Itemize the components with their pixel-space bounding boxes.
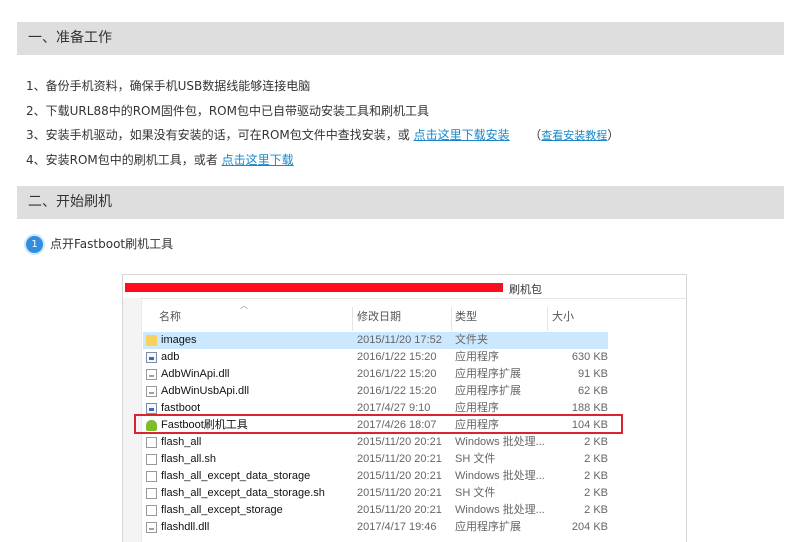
dll-icon: [146, 386, 157, 397]
file-size: 91 KB: [578, 368, 608, 380]
file-name: flash_all.sh: [161, 453, 217, 465]
folder-icon: [146, 335, 157, 346]
file-size: 2 KB: [584, 504, 608, 516]
file-row[interactable]: flash_all.sh 2015/11/20 20:21 SH 文件 2 KB: [143, 451, 608, 468]
section-title: 二、开始刷机: [28, 194, 112, 210]
file-type: SH 文件: [455, 453, 496, 465]
section-title: 一、准备工作: [28, 30, 112, 46]
view-tutorial-link[interactable]: 查看安装教程: [541, 129, 607, 142]
path-folder: 刷机包: [509, 284, 542, 296]
redacted-path: [125, 283, 503, 292]
file-date: 2015/11/20 20:21: [357, 436, 442, 448]
paren-close: ）: [607, 128, 620, 142]
exe-icon: [146, 403, 157, 414]
dll-icon: [146, 522, 157, 533]
file-name: AdbWinUsbApi.dll: [161, 385, 250, 397]
file-name: flashdll.dll: [161, 521, 210, 533]
file-row[interactable]: flash_all_except_storage 2015/11/20 20:21…: [143, 502, 608, 519]
section-header-flash: 二、开始刷机: [17, 186, 784, 219]
highlight-box: [134, 414, 623, 434]
file-type: 应用程序: [455, 351, 499, 363]
file-icon: [146, 454, 157, 465]
file-row[interactable]: flash_all 2015/11/20 20:21 Windows 批处理... 2…: [143, 434, 608, 451]
file-size: 2 KB: [584, 436, 608, 448]
file-row[interactable]: flashdll.dll 2017/4/17 19:46 应用程序扩展 204 KB: [143, 519, 608, 536]
column-divider: [547, 307, 548, 331]
file-row[interactable]: AdbWinApi.dll 2016/1/22 15:20 应用程序扩展 91 KB: [143, 366, 608, 383]
file-date: 2015/11/20 20:21: [357, 470, 442, 482]
dll-icon: [146, 369, 157, 380]
file-date: 2015/11/20 20:21: [357, 453, 442, 465]
file-type: 文件夹: [455, 334, 488, 346]
file-type: Windows 批处理...: [455, 504, 545, 516]
file-date: 2016/1/22 15:20: [357, 351, 437, 363]
file-size: 2 KB: [584, 453, 608, 465]
file-icon: [146, 437, 157, 448]
file-explorer-screenshot: › 刷机包 ︿ 名称 修改日期 类型 大小 images 2015/11/20 1…: [122, 274, 687, 542]
address-bar: › 刷机包: [123, 275, 686, 299]
file-date: 2015/11/20 17:52: [357, 334, 442, 346]
file-icon: [146, 471, 157, 482]
file-name: flash_all: [161, 436, 202, 448]
download-driver-link[interactable]: 点击这里下载安装: [414, 128, 510, 142]
step-number-badge: 1: [26, 236, 43, 253]
file-name: flash_all_except_data_storage.sh: [161, 487, 325, 499]
step-2: 2、下载URL88中的ROM固件包，ROM包中已自带驱动安装工具和刷机工具: [26, 104, 429, 118]
file-row[interactable]: images 2015/11/20 17:52 文件夹: [143, 332, 608, 349]
step-4: 4、安装ROM包中的刷机工具，或者 点击这里下载: [26, 151, 294, 168]
file-type: Windows 批处理...: [455, 470, 545, 482]
step-3-text: 3、安装手机驱动，如果没有安装的话，可在ROM包文件中查找安装，或: [26, 128, 410, 142]
file-date: 2016/1/22 15:20: [357, 385, 437, 397]
file-name: AdbWinApi.dll: [161, 368, 230, 380]
file-icon: [146, 488, 157, 499]
paren-open: （: [529, 128, 542, 142]
file-name: flash_all_except_data_storage: [161, 470, 311, 482]
file-size: 2 KB: [584, 487, 608, 499]
section-header-prepare: 一、准备工作: [17, 22, 784, 55]
file-size: 62 KB: [578, 385, 608, 397]
substep-text: 点开Fastboot刷机工具: [50, 237, 174, 251]
file-row[interactable]: flash_all_except_data_storage 2015/11/20 …: [143, 468, 608, 485]
file-row[interactable]: flash_all_except_data_storage.sh 2015/11/…: [143, 485, 608, 502]
step-4-text: 4、安装ROM包中的刷机工具，或者: [26, 153, 218, 167]
file-size: 630 KB: [571, 351, 608, 363]
exe-icon: [146, 352, 157, 363]
file-name: adb: [161, 351, 180, 363]
column-headers: 名称 修改日期 类型 大小: [141, 307, 686, 331]
file-date: 2015/11/20 20:21: [357, 504, 442, 516]
file-icon: [146, 505, 157, 516]
column-type[interactable]: 类型: [455, 307, 477, 327]
file-type: Windows 批处理...: [455, 436, 545, 448]
file-type: SH 文件: [455, 487, 496, 499]
file-name: flash_all_except_storage: [161, 504, 283, 516]
file-row[interactable]: adb 2016/1/22 15:20 应用程序 630 KB: [143, 349, 608, 366]
file-row[interactable]: AdbWinUsbApi.dll 2016/1/22 15:20 应用程序扩展 62 …: [143, 383, 608, 400]
file-size: 2 KB: [584, 470, 608, 482]
file-name: images: [161, 334, 197, 346]
file-date: 2015/11/20 20:21: [357, 487, 442, 499]
file-date: 2017/4/17 19:46: [357, 521, 437, 533]
column-size[interactable]: 大小: [552, 307, 574, 327]
column-divider: [451, 307, 452, 331]
column-divider: [352, 307, 353, 331]
file-type: 应用程序扩展: [455, 368, 521, 380]
step-1: 1、备份手机资料，确保手机USB数据线能够连接电脑: [26, 79, 311, 93]
download-tool-link[interactable]: 点击这里下载: [222, 153, 294, 167]
file-size: 204 KB: [571, 521, 608, 533]
column-date[interactable]: 修改日期: [357, 307, 401, 327]
file-type: 应用程序扩展: [455, 385, 521, 397]
column-name[interactable]: 名称: [159, 307, 181, 327]
step-3: 3、安装手机驱动，如果没有安装的话，可在ROM包文件中查找安装，或 点击这里下载…: [26, 126, 619, 143]
file-date: 2016/1/22 15:20: [357, 368, 437, 380]
chevron-right-icon: ›: [498, 281, 502, 292]
file-type: 应用程序扩展: [455, 521, 521, 533]
